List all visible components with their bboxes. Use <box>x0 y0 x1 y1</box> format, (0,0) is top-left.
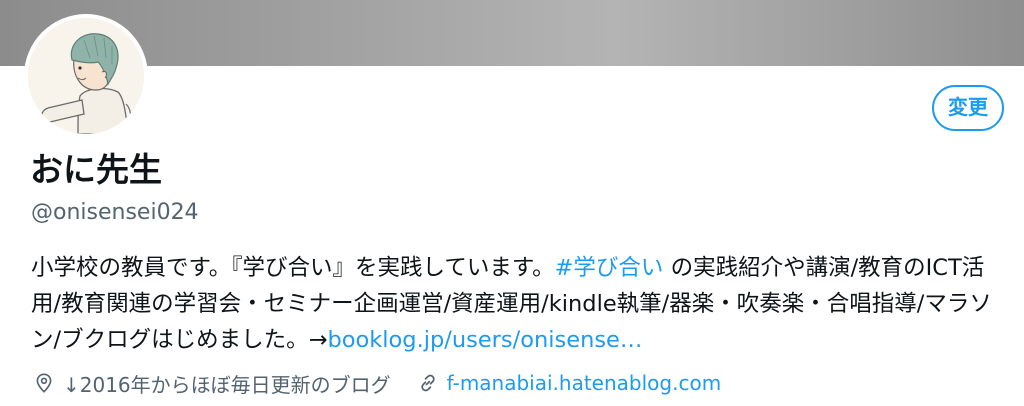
bio-hashtag-link[interactable]: #学び合い <box>555 255 664 281</box>
website-link[interactable]: f-manabiai.hatenablog.com <box>447 371 722 395</box>
profile-website[interactable]: f-manabiai.hatenablog.com <box>417 371 722 395</box>
location-pin-icon <box>36 373 52 393</box>
profile-header: 変更 おに先生 @onisensei024 小学校の教員です。『学び合い』を実践… <box>0 0 1024 406</box>
avatar[interactable] <box>28 18 144 134</box>
edit-profile-button[interactable]: 変更 <box>932 85 1004 131</box>
avatar-illustration <box>28 18 144 134</box>
location-text: ↓2016年からほぼ毎日更新のブログ <box>63 372 391 397</box>
profile-meta: ↓2016年からほぼ毎日更新のブログ f-manabiai.hatenablog… <box>33 366 721 400</box>
user-handle: @onisensei024 <box>31 200 199 225</box>
bio-url-link[interactable]: booklog.jp/users/onisense… <box>327 327 642 353</box>
link-icon <box>420 374 435 392</box>
profile-banner[interactable] <box>0 0 1024 66</box>
profile-location: ↓2016年からほぼ毎日更新のブログ <box>33 369 391 398</box>
bio-text-1: 小学校の教員です。『学び合い』を実践しています。 <box>31 255 555 281</box>
profile-bio: 小学校の教員です。『学び合い』を実践しています。#学び合い の実践紹介や講演/教… <box>31 250 1006 358</box>
display-name: おに先生 <box>30 150 162 189</box>
